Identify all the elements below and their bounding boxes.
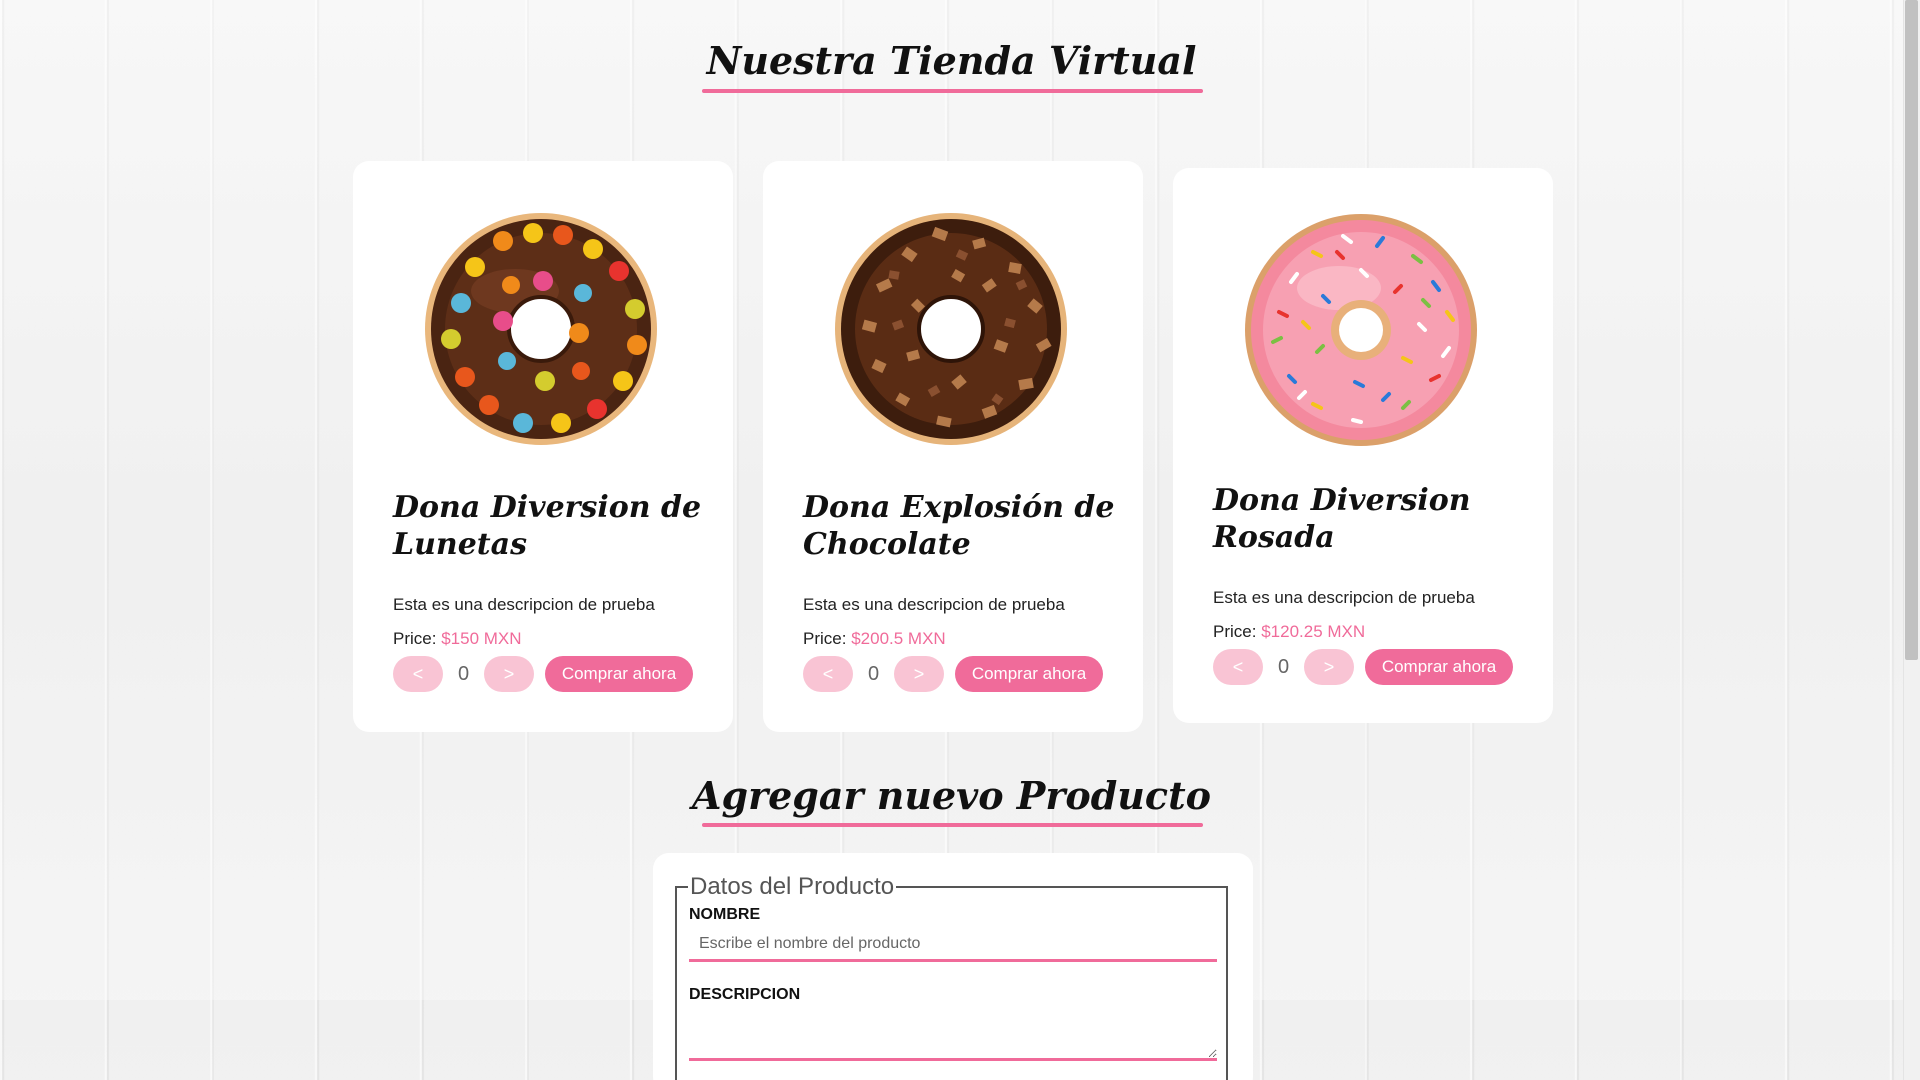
product-description: Esta es una descripcion de prueba xyxy=(1213,588,1475,607)
price-label: Price: xyxy=(803,629,847,648)
decrement-button[interactable]: < xyxy=(393,656,443,692)
page-scrollbar[interactable] xyxy=(1903,0,1920,1080)
increment-button[interactable]: > xyxy=(1304,649,1354,685)
product-name-input[interactable] xyxy=(689,928,1217,962)
store-title: Nuestra Tienda Virtual xyxy=(706,38,1197,83)
pink-sprinkle-donut-icon xyxy=(1243,212,1479,448)
description-label: DESCRIPCION xyxy=(689,986,801,1003)
chocolate-donut-candy-icon xyxy=(423,211,659,447)
buy-now-button[interactable]: Comprar ahora xyxy=(545,656,693,692)
decrement-button[interactable]: < xyxy=(1213,649,1263,685)
increment-button[interactable]: > xyxy=(484,656,534,692)
price-label: Price: xyxy=(1213,622,1257,641)
product-description: Esta es una descripcion de prueba xyxy=(803,595,1065,614)
product-price: $150 MXN xyxy=(441,629,522,648)
buy-now-button[interactable]: Comprar ahora xyxy=(1365,649,1513,685)
product-price-row: Price: $120.25 MXN xyxy=(1213,622,1365,642)
product-name: Dona Diversion de Lunetas xyxy=(393,490,702,562)
product-card-rosada: Dona Diversion Rosada Esta es una descri… xyxy=(1173,168,1553,723)
product-price: $120.25 MXN xyxy=(1261,622,1366,641)
quantity-value: 0 xyxy=(1277,656,1290,678)
product-description: Esta es una descripcion de prueba xyxy=(393,595,655,614)
increment-button[interactable]: > xyxy=(894,656,944,692)
quantity-value: 0 xyxy=(867,663,880,685)
decrement-button[interactable]: < xyxy=(803,656,853,692)
chocolate-crumble-donut-icon xyxy=(833,211,1069,447)
product-card-lunetas: Dona Diversion de Lunetas Esta es una de… xyxy=(353,161,733,732)
product-price-row: Price: $200.5 MXN xyxy=(803,629,946,649)
product-price: $200.5 MXN xyxy=(851,629,946,648)
product-price-row: Price: $150 MXN xyxy=(393,629,522,649)
add-product-form: Datos del Producto NOMBRE DESCRIPCION xyxy=(653,853,1253,1080)
name-label: NOMBRE xyxy=(689,906,761,923)
product-description-textarea[interactable] xyxy=(689,1006,1217,1061)
buy-now-button[interactable]: Comprar ahora xyxy=(955,656,1103,692)
product-name: Dona Explosión de Chocolate xyxy=(803,490,1115,562)
add-product-title: Agregar nuevo Producto xyxy=(692,773,1211,818)
product-data-fieldset: Datos del Producto NOMBRE DESCRIPCION xyxy=(675,873,1228,1080)
price-label: Price: xyxy=(393,629,437,648)
product-name: Dona Diversion Rosada xyxy=(1213,483,1471,555)
add-product-title-underline xyxy=(702,823,1203,827)
store-title-underline xyxy=(702,89,1203,93)
scrollbar-thumb[interactable] xyxy=(1905,0,1918,660)
fieldset-legend: Datos del Producto xyxy=(688,873,897,901)
quantity-value: 0 xyxy=(457,663,470,685)
product-card-chocolate: Dona Explosión de Chocolate Esta es una … xyxy=(763,161,1143,732)
